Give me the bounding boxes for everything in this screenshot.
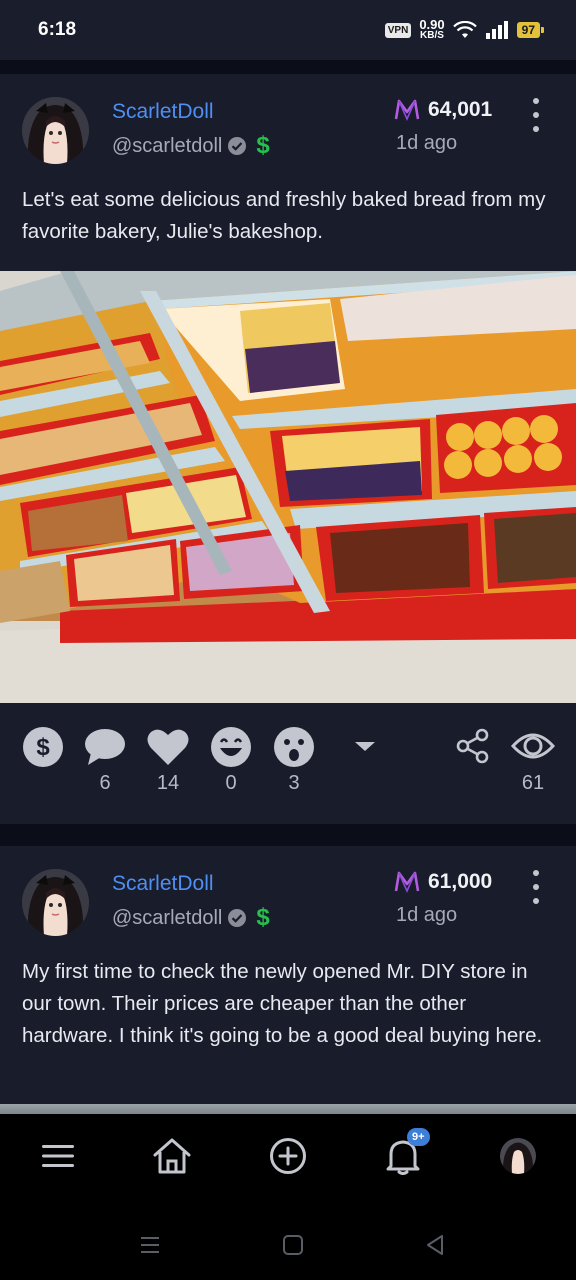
nav-menu[interactable] bbox=[36, 1134, 80, 1178]
author-name[interactable]: ScarletDoll bbox=[112, 872, 214, 896]
post-image-bakery-display[interactable] bbox=[0, 271, 576, 703]
more-options-icon[interactable] bbox=[528, 870, 544, 904]
laugh-reaction-button[interactable] bbox=[209, 726, 253, 768]
signal-icon bbox=[485, 21, 508, 39]
comment-count: 6 bbox=[99, 772, 111, 794]
net-speed: 0.90 KB/S bbox=[419, 18, 444, 41]
status-bar: 6:18 VPN 0.90 KB/S 97 bbox=[0, 0, 576, 60]
plus-circle-icon bbox=[270, 1138, 306, 1174]
nav-notifications[interactable]: 9+ bbox=[381, 1128, 430, 1178]
battery-indicator: 97 bbox=[516, 22, 545, 38]
share-button[interactable] bbox=[451, 726, 495, 766]
score-icon bbox=[394, 871, 420, 893]
author-handle-row: @scarletdoll $ bbox=[112, 132, 270, 160]
back-icon[interactable] bbox=[424, 1234, 446, 1256]
author-avatar[interactable] bbox=[22, 869, 89, 936]
more-options-icon[interactable] bbox=[528, 98, 544, 132]
wifi-icon bbox=[452, 21, 477, 38]
verified-icon bbox=[228, 137, 247, 155]
author-handle-row: @scarletdoll $ bbox=[112, 904, 270, 932]
post-text: Let's eat some delicious and freshly bak… bbox=[22, 188, 546, 243]
post-card[interactable]: ScarletDoll @scarletdoll $ 64,001 1d ago… bbox=[0, 74, 576, 824]
post-actions: $ 6 14 0 3 61 bbox=[0, 726, 576, 806]
score: 64,001 bbox=[394, 98, 492, 122]
verified-icon bbox=[228, 909, 247, 927]
laugh-count: 0 bbox=[225, 772, 237, 794]
score-value: 64,001 bbox=[428, 98, 493, 121]
author-handle[interactable]: @scarletdoll bbox=[112, 135, 222, 158]
net-speed-unit: KB/S bbox=[420, 30, 444, 41]
comment-button[interactable] bbox=[83, 726, 127, 768]
nav-profile[interactable] bbox=[496, 1134, 540, 1178]
nav-create-post[interactable] bbox=[266, 1134, 310, 1178]
more-reactions-button[interactable] bbox=[343, 734, 387, 758]
dollar-icon: $ bbox=[256, 132, 270, 159]
views-indicator bbox=[511, 726, 555, 766]
tip-dollar-icon: $ bbox=[23, 727, 63, 767]
score: 61,000 bbox=[394, 870, 492, 894]
home-nav-icon[interactable] bbox=[282, 1234, 304, 1256]
status-time: 6:18 bbox=[38, 19, 77, 40]
score-value: 61,000 bbox=[428, 870, 493, 893]
bottom-nav: 9+ bbox=[0, 1114, 576, 1200]
post-header: ScarletDoll @scarletdoll $ 61,000 1d ago bbox=[22, 868, 554, 938]
chevron-down-icon bbox=[355, 742, 375, 751]
laugh-icon bbox=[211, 727, 251, 767]
author-handle[interactable]: @scarletdoll bbox=[112, 907, 222, 930]
profile-avatar bbox=[500, 1138, 536, 1174]
score-icon bbox=[394, 99, 420, 121]
system-nav-bar bbox=[0, 1200, 576, 1280]
share-icon bbox=[456, 728, 489, 764]
wow-reaction-button[interactable] bbox=[272, 726, 316, 768]
post-image-peek bbox=[0, 1104, 576, 1114]
post-time: 1d ago bbox=[396, 132, 458, 154]
like-count: 14 bbox=[156, 772, 180, 794]
heart-icon bbox=[147, 729, 189, 765]
wow-count: 3 bbox=[288, 772, 300, 794]
author-name[interactable]: ScarletDoll bbox=[112, 100, 214, 124]
like-button[interactable] bbox=[146, 726, 190, 768]
status-icons: VPN 0.90 KB/S 97 bbox=[384, 18, 545, 41]
feed[interactable]: ScarletDoll @scarletdoll $ 64,001 1d ago… bbox=[0, 60, 576, 1114]
post-text: My first time to check the newly opened … bbox=[22, 960, 543, 1047]
views-count: 61 bbox=[521, 772, 545, 794]
post-time: 1d ago bbox=[396, 904, 458, 926]
notification-badge: 9+ bbox=[407, 1128, 430, 1146]
svg-text:$: $ bbox=[36, 734, 50, 761]
post-header: ScarletDoll @scarletdoll $ 64,001 1d ago bbox=[22, 96, 554, 166]
eye-icon bbox=[511, 733, 555, 759]
post-card[interactable]: ScarletDoll @scarletdoll $ 61,000 1d ago… bbox=[0, 846, 576, 1114]
tip-button[interactable]: $ bbox=[21, 726, 65, 768]
dollar-icon: $ bbox=[256, 904, 270, 931]
comment-icon bbox=[85, 729, 125, 765]
wow-icon bbox=[274, 727, 314, 767]
vpn-badge: VPN bbox=[384, 22, 412, 38]
home-icon bbox=[153, 1138, 191, 1174]
menu-icon bbox=[42, 1145, 74, 1167]
author-avatar[interactable] bbox=[22, 97, 89, 164]
nav-home[interactable] bbox=[150, 1134, 194, 1178]
recents-icon[interactable] bbox=[139, 1234, 161, 1256]
